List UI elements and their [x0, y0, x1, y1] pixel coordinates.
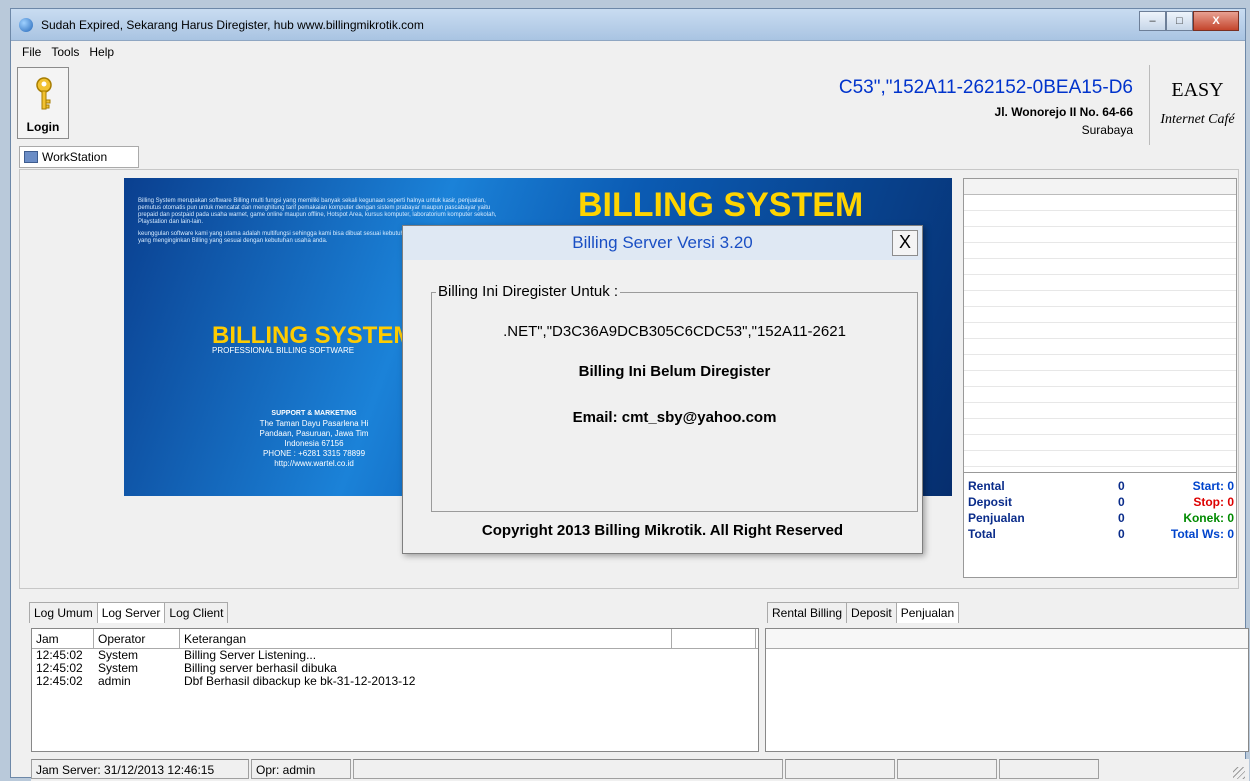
key-icon: [36, 77, 52, 110]
rental-label: Rental: [968, 479, 1005, 493]
banner-subtitle: PROFESSIONAL BILLING SOFTWARE: [212, 346, 355, 355]
cell-operator: admin: [98, 674, 131, 688]
dialog-close-button[interactable]: X: [892, 230, 918, 256]
operator-status: Opr: admin: [251, 759, 351, 779]
support-line: The Taman Dayu Pasarlena Hi: [259, 419, 369, 428]
tab-workstation-label: WorkStation: [42, 150, 108, 164]
status-bar: Jam Server: 31/12/2013 12:46:15 Opr: adm…: [31, 759, 1249, 781]
col-jam[interactable]: Jam: [32, 629, 94, 648]
license-code: C53","152A11-262152-0BEA15-D6: [838, 77, 1133, 98]
maximize-button[interactable]: □: [1166, 11, 1193, 31]
group-legend: Billing Ini Diregister Untuk :: [436, 283, 621, 300]
table-row[interactable]: 12:45:02 System Billing Server Listening…: [32, 649, 758, 662]
stats-panel: Rental 0 Start: 0 Deposit 0 Stop: 0 Penj…: [968, 479, 1234, 543]
tab-log-client[interactable]: Log Client: [164, 602, 229, 623]
cell-jam: 12:45:02: [36, 674, 83, 688]
support-line: PHONE : +6281 3315 78899: [262, 449, 366, 458]
list-header: [964, 179, 1236, 195]
login-button[interactable]: Login: [17, 67, 69, 139]
support-title: SUPPORT & MARKETING: [271, 410, 357, 417]
col-keterangan[interactable]: Keterangan: [180, 629, 672, 648]
toolbar: Login C53","152A11-262152-0BEA15-D6 Jl. …: [11, 63, 1245, 149]
city: Surabaya: [1081, 123, 1133, 137]
start-count: Start: 0: [1192, 479, 1234, 493]
log-table[interactable]: Jam Operator Keterangan 12:45:02 System …: [31, 628, 759, 752]
registration-status: Billing Ini Belum Diregister: [578, 363, 771, 380]
log-table-header: Jam Operator Keterangan: [32, 629, 758, 649]
status-panel: [999, 759, 1099, 779]
total-value: 0: [1118, 527, 1125, 541]
support-line: Pandaan, Pasuruan, Jawa Tim: [259, 429, 369, 438]
cafe-logo: EASY Internet Café: [1149, 65, 1245, 145]
window-controls: – □ X: [1139, 11, 1239, 31]
rental-value: 0: [1118, 479, 1125, 493]
menu-file[interactable]: File: [17, 42, 46, 62]
dialog-title[interactable]: Billing Server Versi 3.20: [403, 226, 922, 260]
deposit-value: 0: [1118, 495, 1125, 509]
menu-bar: File Tools Help: [11, 42, 1245, 62]
title-bar[interactable]: Sudah Expired, Sekarang Harus Diregister…: [11, 9, 1245, 41]
banner-intro-1: Billing System merupakan software Billin…: [138, 198, 497, 225]
tab-log-umum[interactable]: Log Umum: [29, 602, 98, 623]
workstation-icon: [24, 151, 38, 163]
copyright-text: Copyright 2013 Billing Mikrotik. All Rig…: [481, 522, 844, 539]
support-line: Indonesia 67156: [284, 439, 344, 448]
total-label: Total: [968, 527, 996, 541]
workstation-list-panel: Rental 0 Start: 0 Deposit 0 Stop: 0 Penj…: [963, 178, 1237, 578]
registration-group: Billing Ini Diregister Untuk : .NET","D3…: [431, 283, 918, 512]
workstation-list[interactable]: [964, 179, 1236, 473]
penjualan-value: 0: [1118, 511, 1125, 525]
support-line: http://www.wartel.co.id: [274, 459, 354, 468]
total-ws-count: Total Ws: 0: [1170, 527, 1234, 541]
konek-count: Konek: 0: [1183, 511, 1234, 525]
billing-table[interactable]: [765, 628, 1249, 752]
status-panel: [785, 759, 895, 779]
logo-bottom: Internet Café: [1160, 112, 1235, 127]
banner-support: SUPPORT & MARKETING The Taman Dayu Pasar…: [224, 408, 404, 469]
minimize-button[interactable]: –: [1139, 11, 1166, 31]
billing-table-header: [766, 629, 1248, 649]
menu-help[interactable]: Help: [84, 42, 119, 62]
tab-deposit[interactable]: Deposit: [846, 602, 897, 623]
login-label: Login: [26, 120, 60, 134]
penjualan-label: Penjualan: [968, 511, 1025, 525]
app-icon: [19, 18, 33, 32]
status-panel: [897, 759, 997, 779]
col-extra[interactable]: [672, 629, 756, 648]
contact-email: Email: cmt_sby@yahoo.com: [572, 409, 777, 426]
banner-title: BILLING SYSTEM: [578, 186, 864, 224]
tab-rental-billing[interactable]: Rental Billing: [767, 602, 848, 623]
log-tabs: Log Umum Log Server Log Client: [29, 602, 229, 623]
close-button[interactable]: X: [1193, 11, 1239, 31]
resize-grip[interactable]: [1233, 767, 1245, 779]
server-time: Jam Server: 31/12/2013 12:46:15: [31, 759, 249, 779]
window-title: Sudah Expired, Sekarang Harus Diregister…: [41, 18, 424, 32]
deposit-label: Deposit: [968, 495, 1013, 509]
stop-count: Stop: 0: [1193, 495, 1234, 509]
status-panel: [353, 759, 783, 779]
logo-top: EASY: [1171, 79, 1224, 101]
billing-tabs: Rental Billing Deposit Penjualan: [767, 602, 960, 623]
table-row[interactable]: 12:45:02 admin Dbf Berhasil dibackup ke …: [32, 675, 758, 688]
address: Jl. Wonorejo II No. 64-66: [994, 105, 1133, 119]
about-dialog: Billing Server Versi 3.20 X Billing Ini …: [402, 225, 923, 554]
tab-log-server[interactable]: Log Server: [96, 602, 166, 623]
tab-penjualan[interactable]: Penjualan: [895, 602, 960, 623]
col-operator[interactable]: Operator: [94, 629, 180, 648]
menu-tools[interactable]: Tools: [46, 42, 84, 62]
tab-workstation[interactable]: WorkStation: [19, 146, 139, 168]
cell-keterangan: Dbf Berhasil dibackup ke bk-31-12-2013-1…: [184, 674, 416, 688]
registration-code: .NET","D3C36A9DCB305C6CDC53","152A11-262…: [503, 323, 846, 340]
